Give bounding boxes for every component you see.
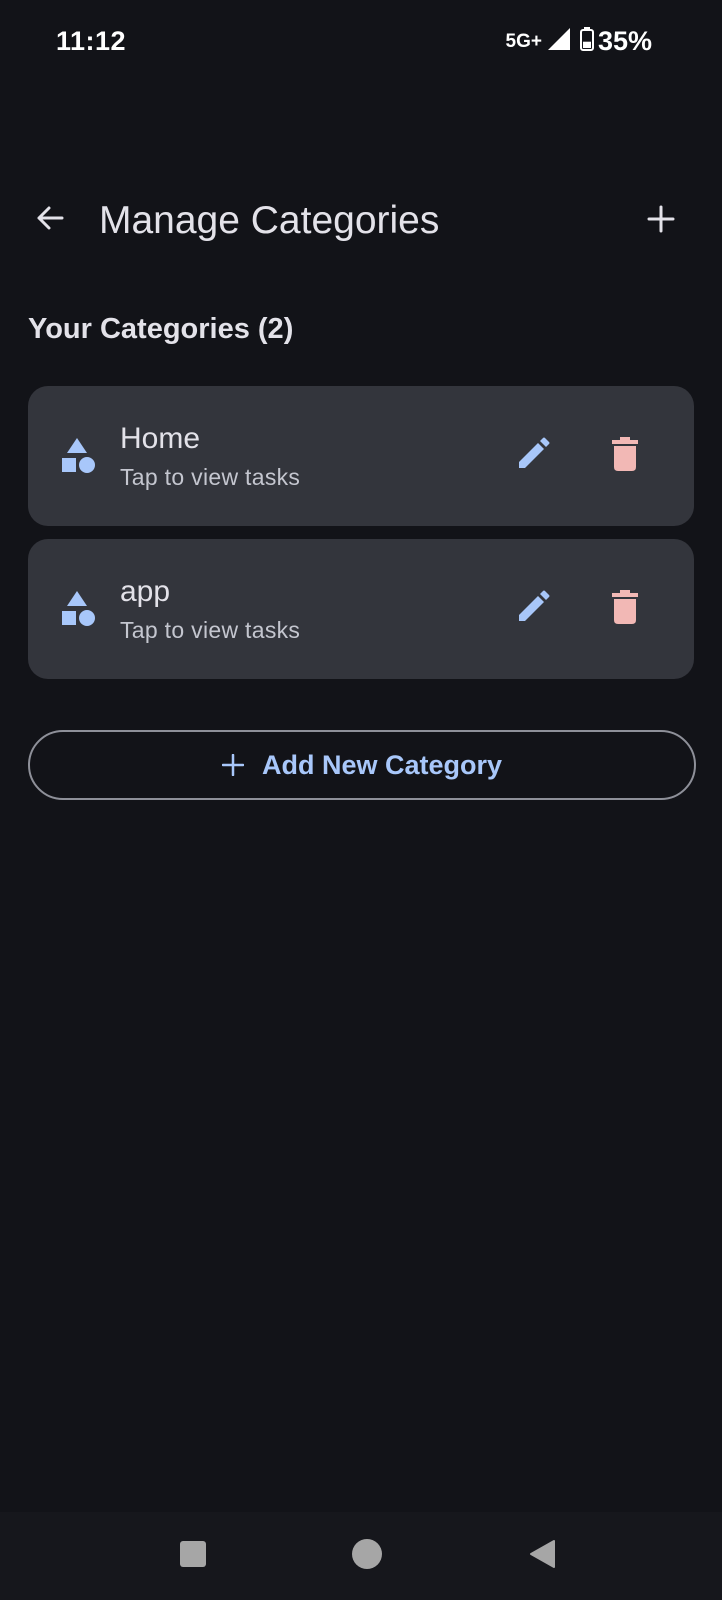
signal-icon [547, 28, 570, 55]
system-nav-bar [0, 1512, 722, 1600]
plus-icon [221, 754, 244, 776]
add-new-category-label: Add New Category [261, 749, 503, 780]
status-time: 11:12 [56, 26, 127, 56]
delete-button[interactable] [601, 585, 649, 633]
pencil-icon [516, 590, 550, 629]
category-shapes-icon [60, 589, 96, 629]
category-card-app[interactable]: app Tap to view tasks [28, 539, 694, 679]
back-button[interactable] [28, 198, 72, 242]
edit-button[interactable] [509, 432, 557, 480]
category-subtitle: Tap to view tasks [120, 464, 301, 490]
category-name: Home [120, 422, 201, 455]
category-name: app [120, 575, 171, 608]
battery-percent: 35% [597, 26, 652, 56]
battery-icon [579, 27, 594, 56]
nav-back-button[interactable] [516, 1530, 568, 1582]
triangle-back-icon [527, 1539, 557, 1574]
trash-icon [612, 589, 638, 629]
add-new-category-button[interactable]: Add New Category [28, 730, 696, 800]
circle-icon [351, 1538, 383, 1575]
trash-icon [612, 436, 638, 476]
status-bar: 11:12 5G+ 35% [0, 0, 722, 86]
recents-button[interactable] [167, 1530, 219, 1582]
pencil-icon [516, 437, 550, 476]
square-icon [179, 1540, 207, 1573]
plus-icon [647, 205, 675, 238]
edit-button[interactable] [509, 585, 557, 633]
network-type: 5G+ [505, 30, 542, 52]
home-button[interactable] [341, 1530, 393, 1582]
top-app-bar: Manage Categories [0, 180, 722, 266]
add-category-button[interactable] [638, 198, 684, 244]
page-title: Manage Categories [99, 199, 440, 242]
category-subtitle: Tap to view tasks [120, 617, 301, 643]
delete-button[interactable] [601, 432, 649, 480]
status-indicators: 5G+ 35% [506, 26, 653, 57]
arrow-back-icon [34, 202, 66, 239]
category-card-home[interactable]: Home Tap to view tasks [28, 386, 694, 526]
section-title: Your Categories (2) [28, 313, 294, 345]
category-shapes-icon [60, 436, 96, 476]
